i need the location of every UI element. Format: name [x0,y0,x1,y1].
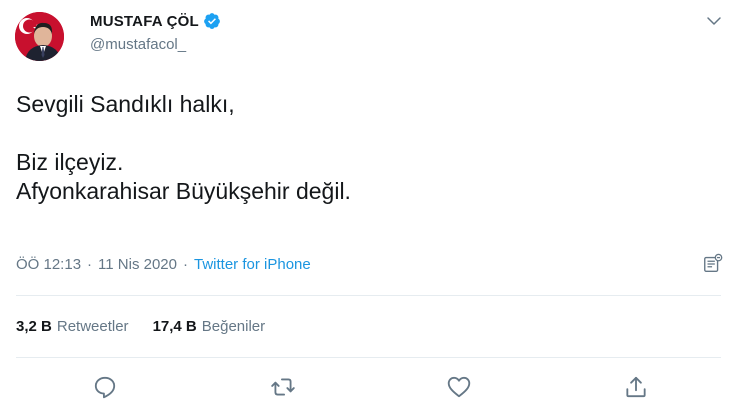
retweet-icon[interactable] [270,374,296,400]
likes-label: Beğeniler [201,318,266,335]
retweets-label: Retweetler [56,318,129,335]
chevron-down-icon[interactable] [705,12,723,30]
author-name-row[interactable]: MUSTAFA ÇÖL [90,12,221,30]
divider [16,295,721,296]
meta-separator: · [87,256,93,273]
tweet-source-link[interactable]: Twitter for iPhone [194,256,311,273]
meta-separator: · [183,256,188,273]
reply-icon[interactable] [92,374,118,400]
verified-badge-icon [203,12,221,30]
tweet-text: Sevgili Sandıklı halkı, Biz ilçeyiz. Afy… [16,91,351,204]
retweets-count: 3,2 B [16,318,52,335]
tweet-date[interactable]: 11 Nis 2020 [98,256,177,273]
retweets-stat[interactable]: 3,2 B Retweetler [16,318,129,335]
likes-stat[interactable]: 17,4 B Beğeniler [153,318,266,335]
tweet-stats: 3,2 B Retweetler 17,4 B Beğeniler [16,318,265,335]
avatar[interactable] [15,12,64,61]
heart-icon[interactable] [446,374,472,400]
likes-count: 17,4 B [152,318,197,335]
tweet-actions [0,374,737,402]
author-display-name[interactable]: MUSTAFA ÇÖL [90,13,199,30]
share-icon[interactable] [623,374,649,400]
tweet-analytics-icon[interactable] [702,253,724,275]
author-handle[interactable]: @mustafacol_ [90,36,186,53]
tweet-time[interactable]: ÖÖ 12:13 [16,256,81,273]
divider [16,357,721,358]
tweet-meta: ÖÖ 12:13 · 11 Nis 2020 · Twitter for iPh… [16,256,311,273]
